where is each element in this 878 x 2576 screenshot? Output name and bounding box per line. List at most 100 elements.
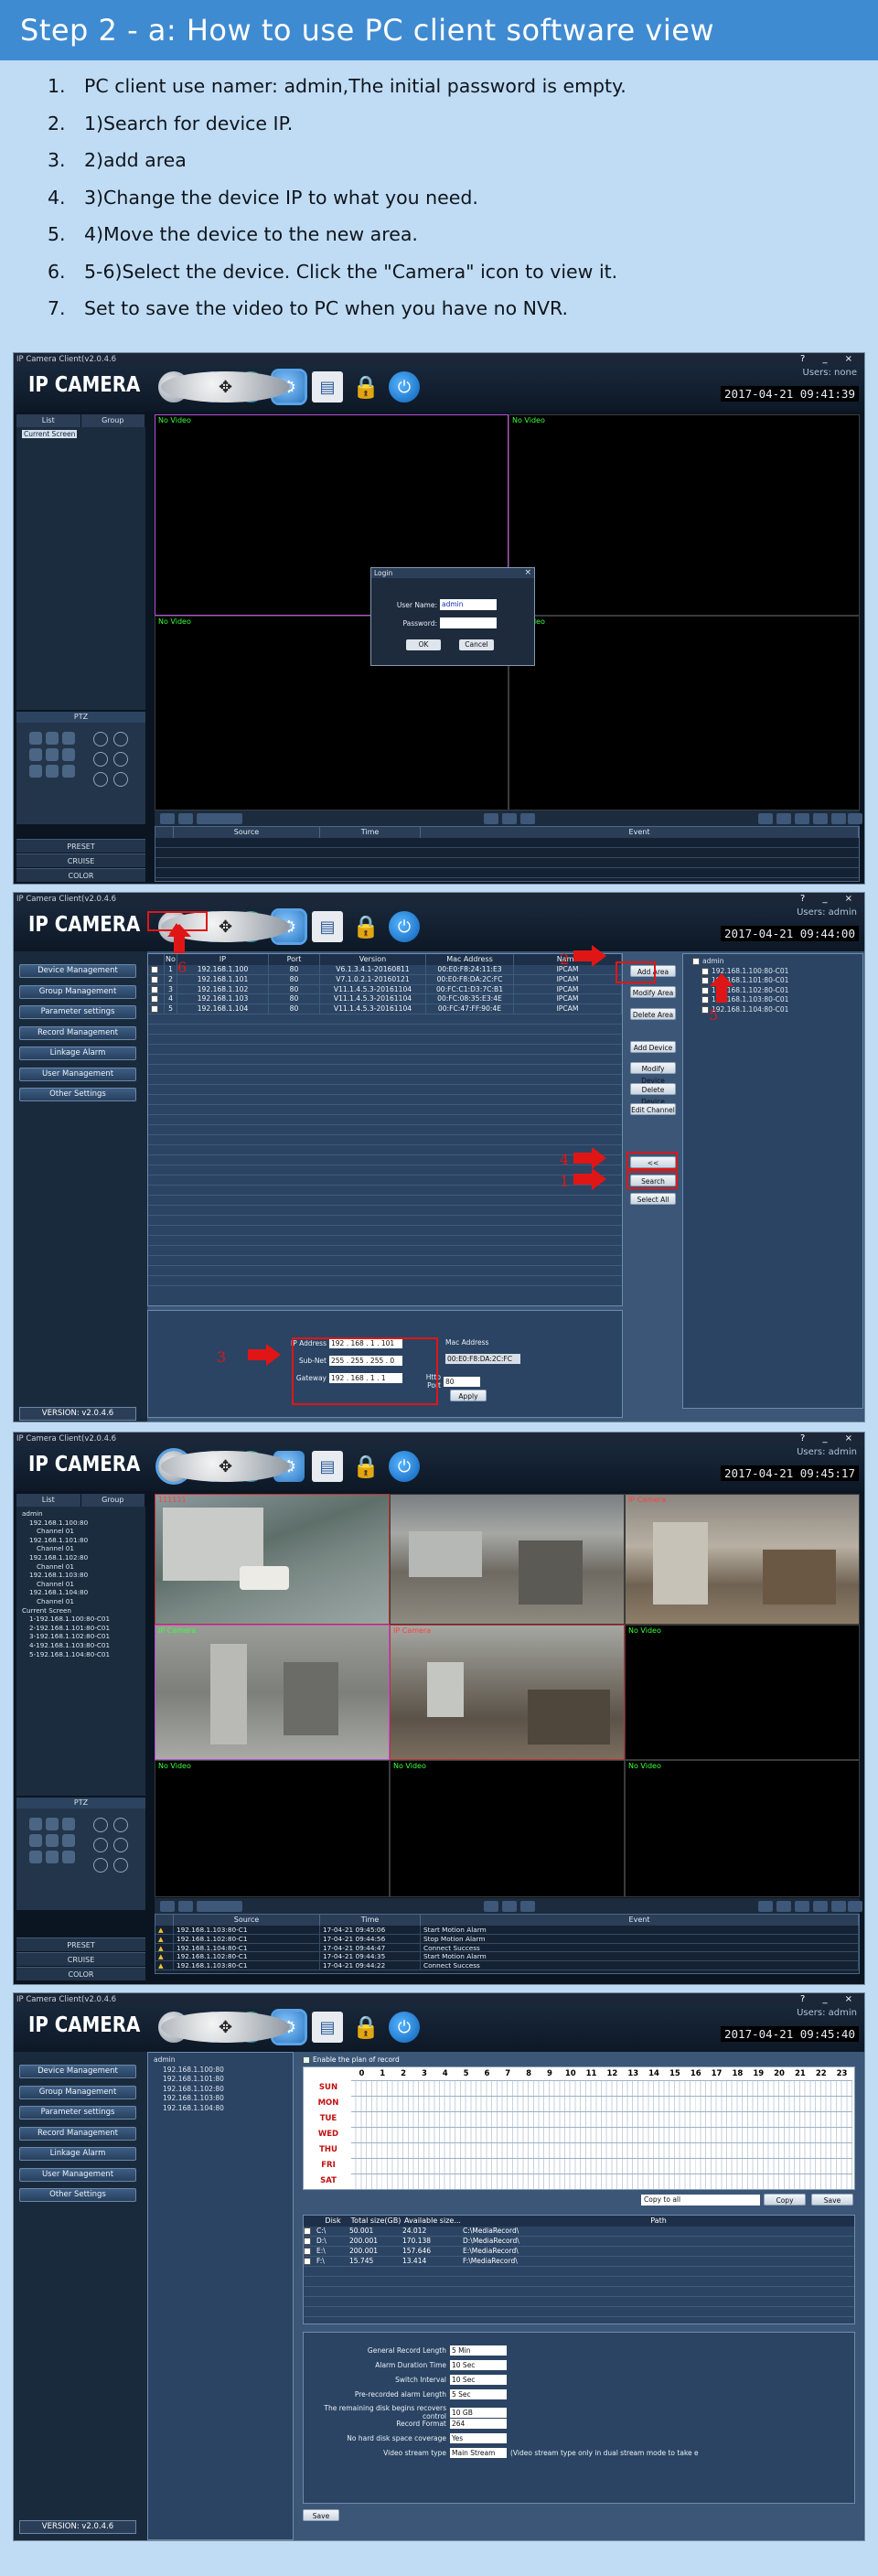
alarm-duration-select[interactable]: 10 Sec [450,2360,507,2370]
tree-screen-item[interactable]: 5-192.168.1.104:80-C01 [22,1650,140,1659]
row-checkbox[interactable] [304,2227,316,2236]
enable-plan-checkbox[interactable]: Enable the plan of record [303,2055,400,2064]
tree-screen-item[interactable]: 1-192.168.1.100:80-C01 [22,1615,140,1624]
disk-coverage-select[interactable]: Yes [450,2433,507,2443]
row-checkbox[interactable] [304,2247,316,2256]
record-icon[interactable] [484,813,498,824]
search-icon[interactable] [160,1901,175,1912]
schedule-row[interactable] [351,2174,852,2189]
color-button[interactable]: COLOR [16,1967,145,1980]
tree-device[interactable]: 192.168.1.104:80 [22,1588,140,1597]
tree-device[interactable]: 192.168.1.104:80 [154,2104,287,2114]
table-row[interactable]: E:\ 200.001 157.646 E:\MediaRecord\ [304,2247,854,2257]
next-icon[interactable] [813,813,828,824]
video-cell[interactable] [390,1494,625,1625]
move-icon[interactable] [776,813,791,824]
video-cell[interactable]: No Video [625,1625,860,1760]
save-button[interactable]: Save [303,2509,339,2521]
snapshot-icon[interactable] [502,813,517,824]
save-button[interactable]: Save [811,2194,853,2206]
copy-button[interactable]: Copy [764,2194,806,2206]
tree-screen-item[interactable]: 3-192.168.1.102:80-C01 [22,1632,140,1641]
layout-icon[interactable] [758,813,773,824]
lock-icon[interactable]: 🔒 [350,1451,381,1482]
preset-button[interactable]: PRESET [16,839,145,853]
move-icon[interactable] [776,1901,791,1912]
tab-list[interactable]: List [16,414,81,427]
menu-user-management[interactable]: User Management [19,2167,136,2182]
power-icon[interactable]: ⏻ [389,371,420,402]
tree-device[interactable]: 192.168.1.102:80 [154,2085,287,2095]
schedule-row[interactable] [351,2142,852,2158]
table-row[interactable]: ▲ 192.168.1.103:80-C1 17-04-21 09:45:06 Sta… [155,1926,859,1935]
tree-device[interactable]: 192.168.1.103:80 [22,1571,140,1580]
cruise-button[interactable]: CRUISE [16,853,145,867]
schedule-row[interactable] [351,2127,852,2142]
schedule-row[interactable] [351,2111,852,2127]
tree-item-current-screen[interactable]: Current Screen [22,430,78,438]
log-icon[interactable]: ▤ [312,1451,343,1482]
table-row[interactable]: C:\ 50.001 24.012 C:\MediaRecord\ [304,2227,854,2237]
intercom-icon[interactable] [520,1901,535,1912]
ptz-icon[interactable]: ✥ [161,371,290,402]
table-row[interactable]: F:\ 15.745 13.414 F:\MediaRecord\ [304,2257,854,2267]
ptz-icon[interactable]: ✥ [161,1451,290,1482]
record-schedule-grid[interactable]: 0 1 2 3 4 5 6 7 8 9 10 11 12 13 14 15 16 17 18 19 20 21 22 23 SU… [303,2066,855,2190]
tab-group[interactable]: Group [80,414,145,427]
schedule-row[interactable] [351,2080,852,2096]
fullscreen-icon[interactable] [831,1901,846,1912]
table-row[interactable]: ▲ 192.168.1.104:80-C1 17-04-21 09:44:47 Con… [155,1943,859,1953]
menu-parameter-settings[interactable]: Parameter settings [19,2106,136,2120]
ptz-zoom-controls[interactable] [93,732,128,787]
log-icon[interactable]: ▤ [312,2012,343,2043]
tree-device[interactable]: 192.168.1.101:80 [154,2075,287,2085]
record-icon[interactable] [484,1901,498,1912]
log-icon[interactable]: ▤ [312,371,343,402]
video-stream-type-select[interactable]: Main Stream [450,2448,507,2458]
tree-device[interactable]: 192.168.1.100:80 [154,2066,287,2076]
layout-icon[interactable] [758,1901,773,1912]
table-row[interactable]: D:\ 200.001 170.138 D:\MediaRecord\ [304,2237,854,2247]
intercom-icon[interactable] [520,813,535,824]
menu-linkage-alarm[interactable]: Linkage Alarm [19,2147,136,2161]
preset-button[interactable]: PRESET [16,1937,145,1951]
tree-device[interactable]: 192.168.1.102:80 [22,1553,140,1562]
record-format-select[interactable]: 264 [450,2419,507,2429]
volume-slider[interactable] [197,813,242,824]
schedule-row[interactable] [351,2096,852,2111]
video-cell[interactable]: 111111 [155,1494,390,1625]
tree-current-screen[interactable]: Current Screen [22,1606,140,1615]
close-icon[interactable]: × [524,568,531,577]
video-cell[interactable]: No Video [509,414,860,616]
table-row[interactable]: ▲ 192.168.1.103:80-C1 17-04-21 09:44:22 Con… [155,1961,859,1970]
cancel-button[interactable]: Cancel [459,639,494,650]
prev-icon[interactable] [795,813,809,824]
tools-icon[interactable] [178,813,193,824]
tree-channel[interactable]: Channel 01 [22,1580,140,1589]
ok-button[interactable]: OK [406,639,441,650]
lock-icon[interactable]: 🔒 [350,2012,381,2043]
menu-other-settings[interactable]: Other Settings [19,2188,136,2202]
tree-device[interactable]: 192.168.1.101:80 [22,1536,140,1545]
tree-device[interactable]: 192.168.1.103:80 [154,2094,287,2104]
search-icon[interactable] [160,813,175,824]
collapse-icon[interactable] [848,813,862,824]
tab-group[interactable]: Group [80,1494,145,1507]
tree-channel[interactable]: Channel 01 [22,1544,140,1553]
window-controls[interactable]: ? _ × [800,1993,860,2006]
video-cell[interactable]: IP Camera [625,1494,860,1625]
color-button[interactable]: COLOR [16,868,145,882]
power-icon[interactable]: ⏻ [389,1451,420,1482]
prev-icon[interactable] [795,1901,809,1912]
fullscreen-icon[interactable] [831,813,846,824]
tree-root[interactable]: admin [154,2055,287,2066]
next-icon[interactable] [813,1901,828,1912]
tree-root[interactable]: admin [22,1509,140,1519]
volume-slider[interactable] [197,1901,242,1912]
tree-screen-item[interactable]: 2-192.168.1.101:80-C01 [22,1624,140,1633]
video-cell[interactable]: No Video [155,1760,390,1897]
collapse-icon[interactable] [848,1901,862,1912]
row-checkbox[interactable] [304,2237,316,2246]
tree-channel[interactable]: Channel 01 [22,1597,140,1606]
password-input[interactable] [440,617,497,628]
